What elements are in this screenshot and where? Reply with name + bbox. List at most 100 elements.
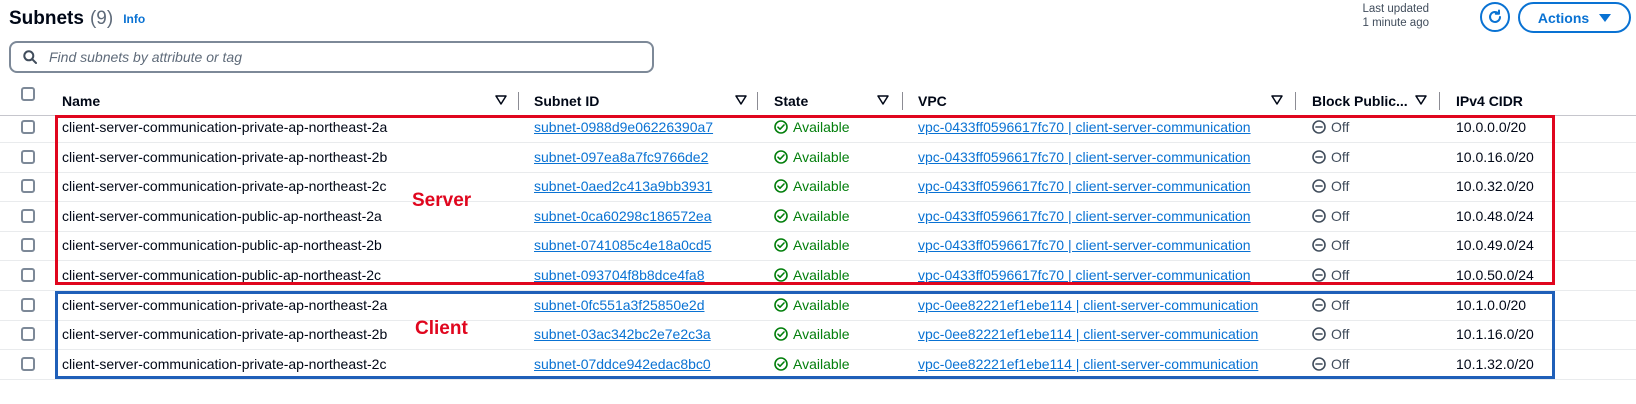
block-public-label: Off bbox=[1331, 326, 1350, 342]
block-public-label: Off bbox=[1331, 149, 1350, 165]
subnet-id-link[interactable]: subnet-0fc551a3f25850e2d bbox=[534, 290, 704, 320]
status-check-icon bbox=[774, 298, 788, 312]
ipv4-cidr: 10.0.48.0/24 bbox=[1456, 208, 1534, 224]
vpc-link[interactable]: vpc-0433ff0596617fc70 | client-server-co… bbox=[918, 142, 1251, 172]
status-check-icon bbox=[774, 357, 788, 371]
ipv4-cidr: 10.0.50.0/24 bbox=[1456, 267, 1534, 283]
status-off-icon bbox=[1312, 179, 1326, 193]
sort-caret-icon[interactable] bbox=[735, 95, 747, 105]
state-badge: Available bbox=[774, 290, 850, 320]
row-checkbox[interactable] bbox=[21, 327, 35, 341]
subnet-name: client-server-communication-public-ap-no… bbox=[62, 237, 382, 253]
sort-caret-icon[interactable] bbox=[495, 95, 507, 105]
refresh-button[interactable] bbox=[1480, 2, 1510, 32]
state-badge: Available bbox=[774, 201, 850, 231]
vpc-link[interactable]: vpc-0ee82221ef1ebe114 | client-server-co… bbox=[918, 319, 1258, 349]
subnet-count: (9) bbox=[89, 8, 114, 29]
state-label: Available bbox=[793, 297, 850, 313]
search-input[interactable] bbox=[47, 48, 631, 66]
column-header-vpc[interactable]: VPC bbox=[918, 86, 947, 115]
column-header-block-public[interactable]: Block Public... bbox=[1312, 86, 1408, 115]
status-off-icon bbox=[1312, 298, 1326, 312]
column-divider[interactable] bbox=[902, 92, 903, 110]
column-divider[interactable] bbox=[757, 92, 758, 110]
block-public-status: Off bbox=[1312, 230, 1349, 260]
column-divider[interactable] bbox=[1439, 92, 1440, 110]
column-header-ipv4-cidr[interactable]: IPv4 CIDR bbox=[1456, 86, 1523, 115]
refresh-icon bbox=[1489, 9, 1501, 23]
row-checkbox[interactable] bbox=[21, 238, 35, 252]
info-link[interactable]: Info bbox=[123, 12, 145, 26]
table-row[interactable]: client-server-communication-public-ap-no… bbox=[0, 201, 1636, 232]
table-row[interactable]: client-server-communication-private-ap-n… bbox=[0, 290, 1636, 321]
state-badge: Available bbox=[774, 230, 850, 260]
row-checkbox[interactable] bbox=[21, 179, 35, 193]
row-checkbox[interactable] bbox=[21, 298, 35, 312]
status-check-icon bbox=[774, 327, 788, 341]
row-checkbox[interactable] bbox=[21, 209, 35, 223]
ipv4-cidr: 10.1.0.0/20 bbox=[1456, 297, 1527, 313]
block-public-label: Off bbox=[1331, 297, 1350, 313]
table-row[interactable]: client-server-communication-private-ap-n… bbox=[0, 349, 1636, 380]
subnet-id-link[interactable]: subnet-0ca60298c186572ea bbox=[534, 201, 712, 231]
search-bar[interactable] bbox=[9, 41, 654, 73]
subnet-name: client-server-communication-private-ap-n… bbox=[62, 297, 388, 313]
row-checkbox[interactable] bbox=[21, 120, 35, 134]
column-divider[interactable] bbox=[1295, 92, 1296, 110]
table-row[interactable]: client-server-communication-private-ap-n… bbox=[0, 319, 1636, 350]
vpc-link[interactable]: vpc-0433ff0596617fc70 | client-server-co… bbox=[918, 201, 1251, 231]
column-header-state[interactable]: State bbox=[774, 86, 808, 115]
state-badge: Available bbox=[774, 112, 850, 142]
column-header-name[interactable]: Name bbox=[62, 86, 100, 115]
search-icon bbox=[23, 50, 37, 64]
status-off-icon bbox=[1312, 150, 1326, 164]
state-label: Available bbox=[793, 149, 850, 165]
status-off-icon bbox=[1312, 357, 1326, 371]
select-all-checkbox[interactable] bbox=[21, 87, 35, 101]
table-row[interactable]: client-server-communication-private-ap-n… bbox=[0, 142, 1636, 173]
subnet-name: client-server-communication-private-ap-n… bbox=[62, 119, 388, 135]
status-off-icon bbox=[1312, 209, 1326, 223]
state-label: Available bbox=[793, 267, 850, 283]
block-public-status: Off bbox=[1312, 349, 1349, 379]
table-row[interactable]: client-server-communication-private-ap-n… bbox=[0, 171, 1636, 202]
block-public-status: Off bbox=[1312, 112, 1349, 142]
vpc-link[interactable]: vpc-0433ff0596617fc70 | client-server-co… bbox=[918, 112, 1251, 142]
status-check-icon bbox=[774, 238, 788, 252]
row-checkbox[interactable] bbox=[21, 357, 35, 371]
state-label: Available bbox=[793, 178, 850, 194]
state-badge: Available bbox=[774, 142, 850, 172]
ipv4-cidr: 10.0.49.0/24 bbox=[1456, 237, 1534, 253]
vpc-link[interactable]: vpc-0ee82221ef1ebe114 | client-server-co… bbox=[918, 349, 1258, 379]
sort-caret-icon[interactable] bbox=[1415, 95, 1427, 105]
vpc-link[interactable]: vpc-0433ff0596617fc70 | client-server-co… bbox=[918, 230, 1251, 260]
vpc-link[interactable]: vpc-0433ff0596617fc70 | client-server-co… bbox=[918, 260, 1251, 290]
subnet-id-link[interactable]: subnet-0741085c4e18a0cd5 bbox=[534, 230, 712, 260]
subnet-id-link[interactable]: subnet-03ac342bc2e7e2c3a bbox=[534, 319, 711, 349]
sort-caret-icon[interactable] bbox=[1271, 95, 1283, 105]
table-row[interactable]: client-server-communication-private-ap-n… bbox=[0, 112, 1636, 143]
table-row[interactable]: client-server-communication-public-ap-no… bbox=[0, 260, 1636, 291]
last-updated: Last updated 1 minute ago bbox=[1362, 2, 1429, 30]
actions-button[interactable]: Actions bbox=[1518, 2, 1631, 33]
subnet-id-link[interactable]: subnet-07ddce942edac8bc0 bbox=[534, 349, 711, 379]
subnet-name: client-server-communication-private-ap-n… bbox=[62, 326, 388, 342]
row-checkbox[interactable] bbox=[21, 268, 35, 282]
column-header-subnet-id[interactable]: Subnet ID bbox=[534, 86, 599, 115]
row-checkbox[interactable] bbox=[21, 150, 35, 164]
vpc-link[interactable]: vpc-0ee82221ef1ebe114 | client-server-co… bbox=[918, 290, 1258, 320]
column-divider[interactable] bbox=[518, 92, 519, 110]
subnet-id-link[interactable]: subnet-0988d9e06226390a7 bbox=[534, 112, 713, 142]
block-public-label: Off bbox=[1331, 208, 1350, 224]
sort-caret-icon[interactable] bbox=[877, 95, 889, 105]
last-updated-label: Last updated bbox=[1362, 3, 1429, 15]
status-check-icon bbox=[774, 268, 788, 282]
table-row[interactable]: client-server-communication-public-ap-no… bbox=[0, 230, 1636, 261]
block-public-status: Off bbox=[1312, 260, 1349, 290]
state-badge: Available bbox=[774, 260, 850, 290]
block-public-label: Off bbox=[1331, 178, 1350, 194]
subnet-id-link[interactable]: subnet-093704f8b8dce4fa8 bbox=[534, 260, 704, 290]
vpc-link[interactable]: vpc-0433ff0596617fc70 | client-server-co… bbox=[918, 171, 1251, 201]
subnet-id-link[interactable]: subnet-0aed2c413a9bb3931 bbox=[534, 171, 712, 201]
subnet-id-link[interactable]: subnet-097ea8a7fc9766de2 bbox=[534, 142, 708, 172]
